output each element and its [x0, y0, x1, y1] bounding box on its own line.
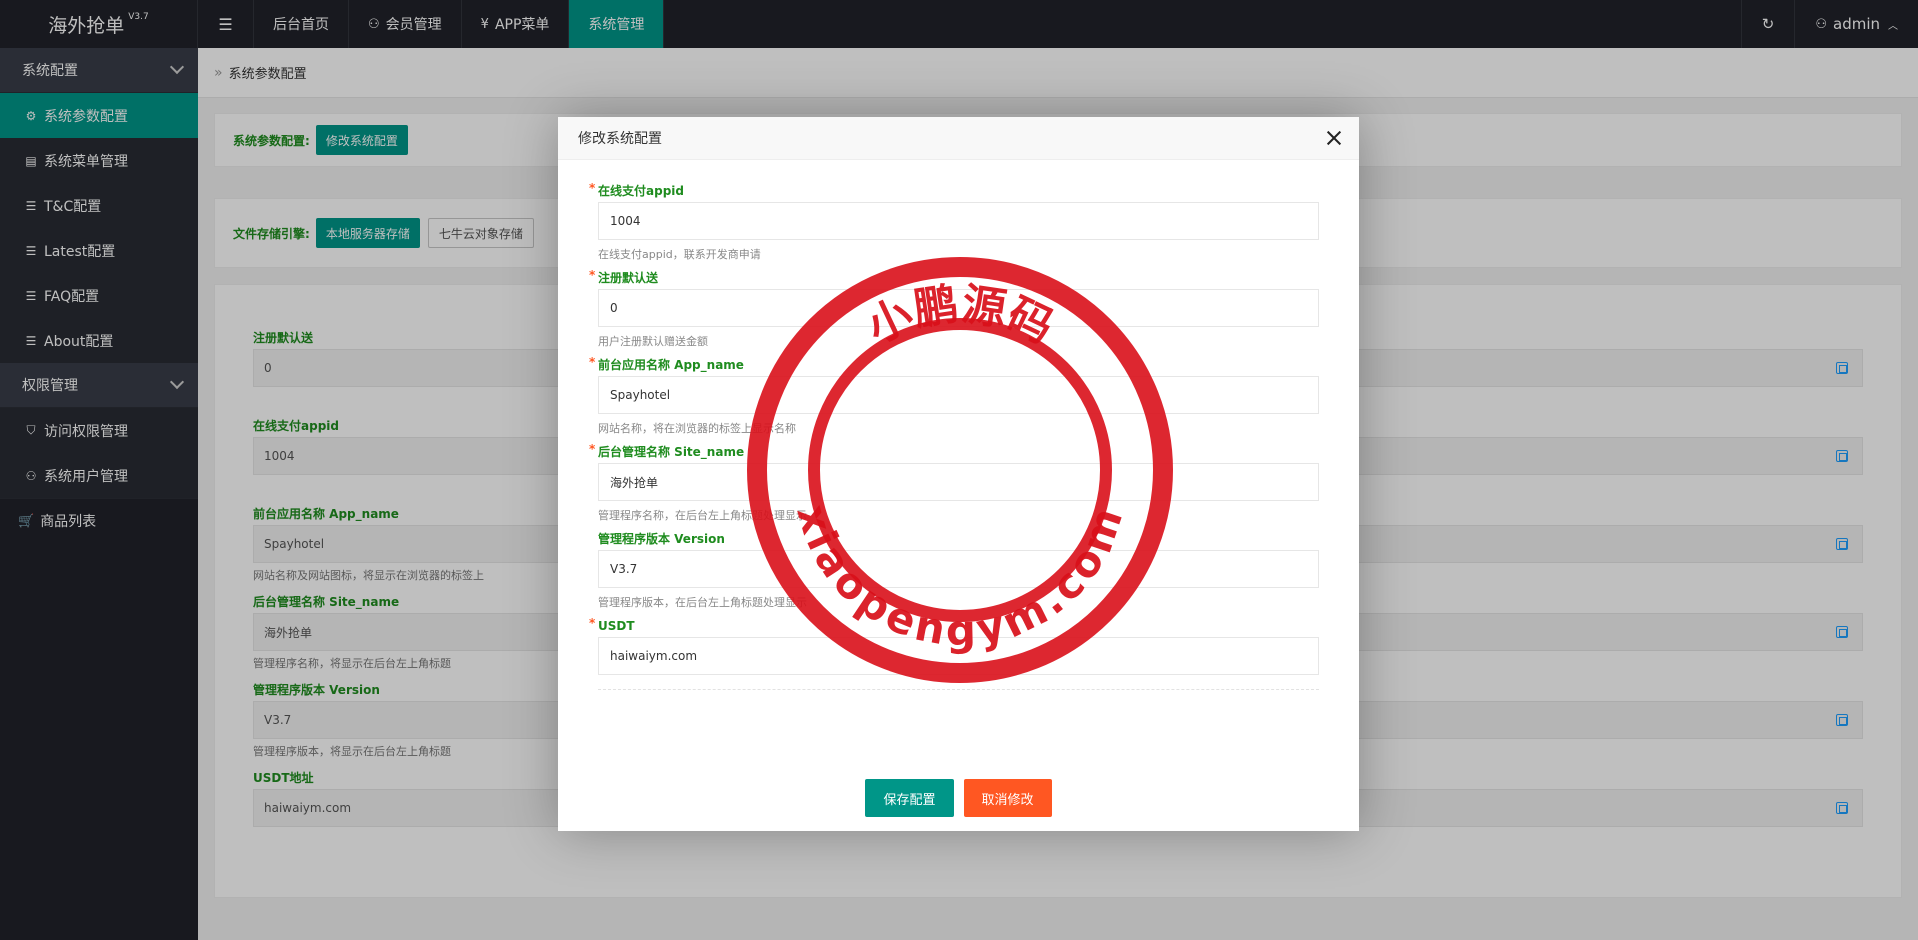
required-mark: *	[589, 268, 596, 282]
modal-field-label: * 注册默认送	[589, 268, 1319, 287]
close-icon[interactable]	[1325, 129, 1343, 147]
modal-field-hint: 在线支付appid，联系开发商申请	[598, 248, 761, 261]
modal-field-label: 管理程序版本 Version	[598, 530, 1319, 548]
modal-field-version: 管理程序版本 Version V3.7 管理程序版本，在后台左上角标题处理显示	[598, 530, 1319, 609]
version-input[interactable]: V3.7	[598, 550, 1319, 588]
modal-field-site-name: * 后台管理名称 Site_name 海外抢单 管理程序名称，在后台左上角标题处理…	[589, 442, 1319, 522]
modal-field-hint: 网站名称，将在浏览器的标签上显示名称	[598, 422, 796, 435]
modal-title: 修改系统配置	[578, 131, 662, 147]
modal-field-label-text: 管理程序版本 Version	[598, 532, 725, 546]
modal-body: * 在线支付appid 1004 在线支付appid，联系开发商申请 * 注册默认送…	[558, 160, 1359, 690]
edit-config-modal: 修改系统配置 * 在线支付appid 1004 在线支付appid，联系开发商申请…	[558, 117, 1359, 831]
modal-header: 修改系统配置	[558, 117, 1359, 160]
modal-field-label-text: USDT	[598, 619, 635, 633]
app-name-input[interactable]: Spayhotel	[598, 376, 1319, 414]
modal-field-label-text: 前台应用名称 App_name	[598, 358, 744, 372]
modal-field-label: * 后台管理名称 Site_name	[589, 442, 1319, 461]
modal-field-register-bonus: * 注册默认送 0 用户注册默认赠送金额	[589, 268, 1319, 348]
required-mark: *	[589, 616, 596, 630]
required-mark: *	[589, 181, 596, 195]
modal-field-label: * 前台应用名称 App_name	[589, 355, 1319, 374]
modal-field-label: * USDT	[589, 616, 1319, 635]
modal-field-appid: * 在线支付appid 1004 在线支付appid，联系开发商申请	[589, 181, 1319, 261]
modal-field-hint: 管理程序名称，在后台左上角标题处理显示	[598, 509, 807, 522]
modal-field-app-name: * 前台应用名称 App_name Spayhotel 网站名称，将在浏览器的标签…	[589, 355, 1319, 435]
modal-field-label-text: 后台管理名称 Site_name	[598, 445, 745, 459]
modal-field-label-text: 在线支付appid	[598, 184, 684, 198]
cancel-button[interactable]: 取消修改	[963, 779, 1052, 817]
save-button[interactable]: 保存配置	[865, 779, 954, 817]
required-mark: *	[589, 442, 596, 456]
site-name-input[interactable]: 海外抢单	[598, 463, 1319, 501]
modal-field-label: * 在线支付appid	[589, 181, 1319, 200]
appid-input[interactable]: 1004	[598, 202, 1319, 240]
modal-field-label-text: 注册默认送	[598, 271, 659, 285]
divider	[598, 689, 1319, 690]
usdt-input[interactable]: haiwaiym.com	[598, 637, 1319, 675]
modal-field-hint: 用户注册默认赠送金额	[598, 335, 708, 348]
modal-field-hint: 管理程序版本，在后台左上角标题处理显示	[598, 596, 807, 609]
required-mark: *	[589, 355, 596, 369]
modal-footer: 保存配置 取消修改	[558, 779, 1359, 817]
register-bonus-input[interactable]: 0	[598, 289, 1319, 327]
modal-field-usdt: * USDT haiwaiym.com	[589, 616, 1319, 675]
